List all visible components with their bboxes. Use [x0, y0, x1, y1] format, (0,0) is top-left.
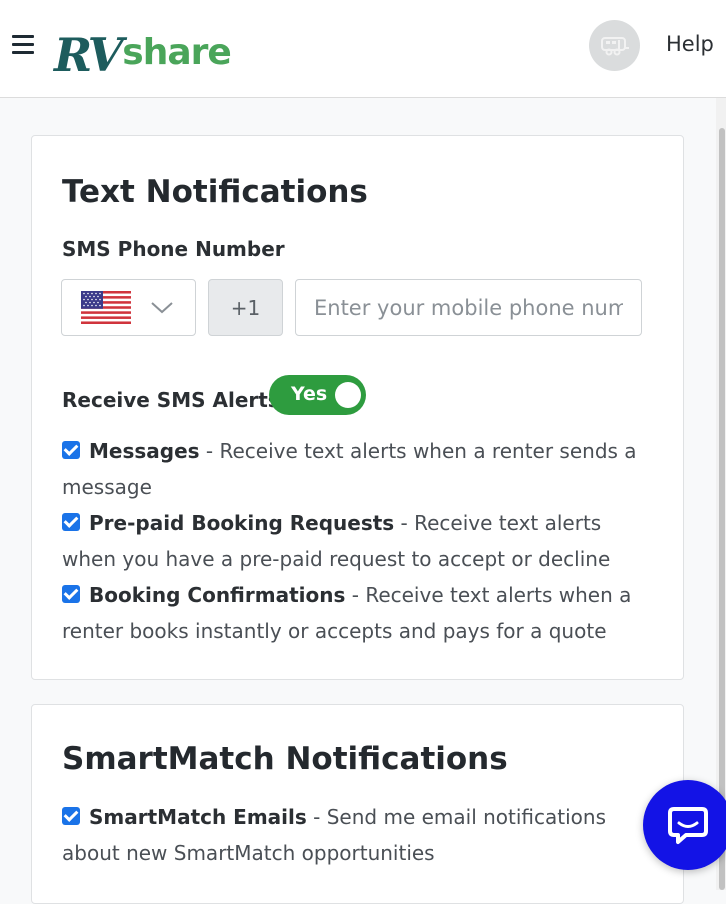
rvshare-logo[interactable]: RV share	[54, 14, 232, 82]
sms-phone-label: SMS Phone Number	[62, 237, 285, 261]
chat-button[interactable]	[643, 780, 726, 870]
chevron-down-icon	[151, 302, 173, 314]
booking-confirmations-checkbox[interactable]	[62, 585, 80, 603]
text-notifications-card: Text Notifications SMS Phone Number +1 E…	[31, 135, 684, 680]
help-link[interactable]: Help	[666, 32, 714, 56]
option-smartmatch-emails: SmartMatch Emails - Send me email notifi…	[62, 799, 647, 871]
option-prepaid-booking-requests: Pre-paid Booking Requests - Receive text…	[62, 505, 647, 577]
option-title: Booking Confirmations	[89, 583, 346, 607]
messages-checkbox[interactable]	[62, 441, 80, 459]
chat-bubble-icon	[668, 807, 708, 844]
option-title: Messages	[89, 439, 200, 463]
toggle-label: Yes	[291, 383, 328, 405]
country-select[interactable]	[61, 279, 196, 336]
receive-sms-toggle[interactable]: Yes	[269, 375, 366, 415]
phone-number-input[interactable]	[295, 279, 642, 336]
option-booking-confirmations: Booking Confirmations - Receive text ale…	[62, 577, 647, 649]
option-messages: Messages - Receive text alerts when a re…	[62, 433, 647, 505]
option-title: Pre-paid Booking Requests	[89, 511, 395, 535]
option-title: SmartMatch Emails	[89, 805, 307, 829]
text-notifications-title: Text Notifications	[62, 174, 368, 210]
rv-trailer-icon	[600, 36, 629, 55]
smartmatch-title: SmartMatch Notifications	[62, 741, 508, 777]
logo-rv-text: RV	[54, 28, 123, 82]
scrollbar-thumb[interactable]	[719, 128, 725, 890]
smartmatch-emails-checkbox[interactable]	[62, 807, 80, 825]
hamburger-menu-icon[interactable]	[12, 35, 34, 55]
toggle-knob	[335, 382, 361, 408]
logo-share-text: share	[122, 32, 232, 73]
site-header: RV share Help	[0, 0, 726, 98]
prepaid-booking-checkbox[interactable]	[62, 513, 80, 531]
smartmatch-notifications-card: SmartMatch Notifications SmartMatch Emai…	[31, 704, 684, 904]
country-code: +1	[208, 279, 283, 336]
user-avatar[interactable]	[589, 20, 640, 71]
receive-sms-label: Receive SMS Alerts	[62, 388, 280, 412]
us-flag-icon	[81, 291, 131, 324]
